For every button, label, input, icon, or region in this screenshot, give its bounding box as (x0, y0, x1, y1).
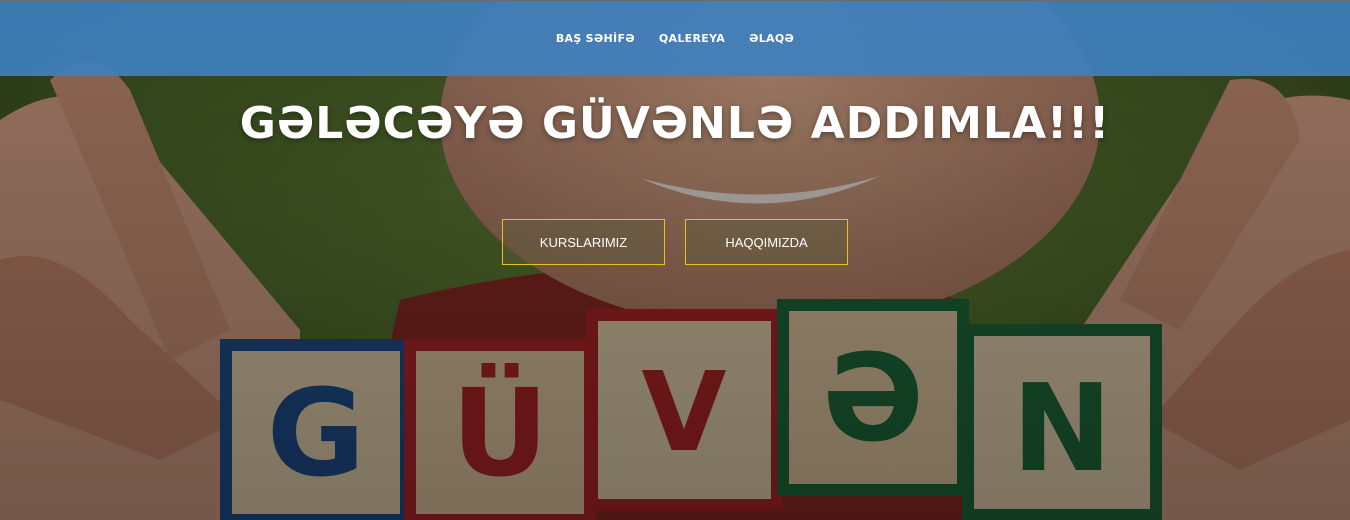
about-us-button[interactable]: HAQQIMIZDA (685, 219, 848, 265)
top-navbar: BAŞ SƏHİFƏ QALEREYA ƏLAQƏ (0, 0, 1350, 76)
hero-button-row: KURSLARIMIZ HAQQIMIZDA (0, 219, 1350, 265)
nav-link-contact[interactable]: ƏLAQƏ (749, 32, 794, 45)
hero-headline: GƏLƏCƏYƏ GÜVƏNLƏ ADDIMLA!!! (239, 98, 1111, 149)
hero-section: G Ü V Ə N BAŞ SƏHİFƏ QALEREYA ƏLAQƏ GƏLƏ… (0, 0, 1350, 520)
courses-button[interactable]: KURSLARIMIZ (502, 219, 665, 265)
nav-link-gallery[interactable]: QALEREYA (659, 32, 725, 45)
nav-link-home[interactable]: BAŞ SƏHİFƏ (556, 32, 635, 45)
